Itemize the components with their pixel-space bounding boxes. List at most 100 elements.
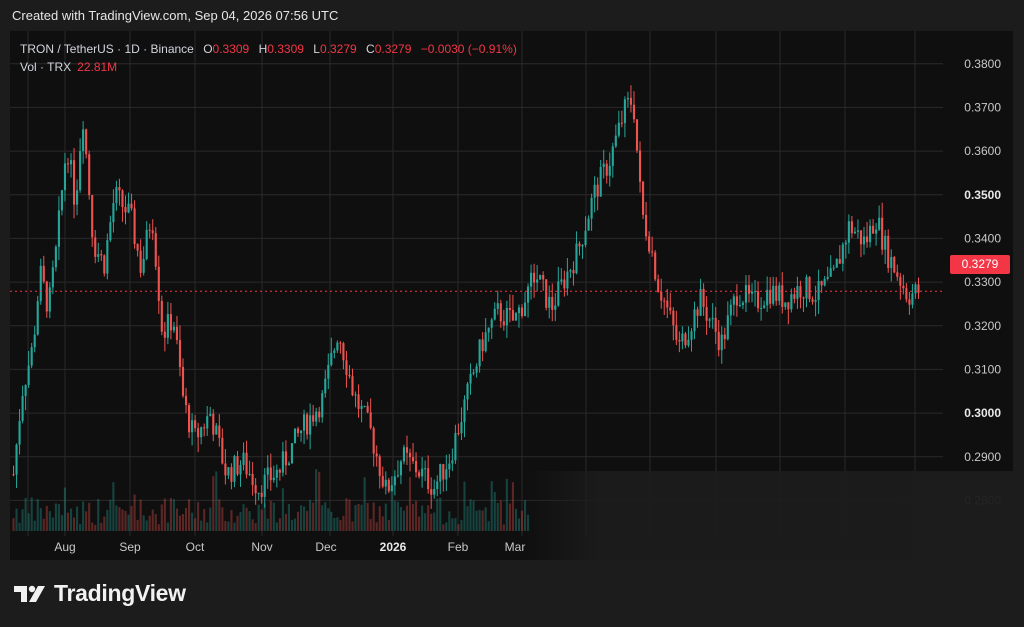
volume-bar <box>451 518 454 531</box>
volume-bar <box>266 518 269 531</box>
volume-bar <box>127 514 130 531</box>
legend-volume-label[interactable]: Vol · TRX <box>20 60 71 74</box>
x-axis-tick-label: Oct <box>186 540 205 554</box>
candle-body <box>875 229 878 234</box>
volume-bar <box>281 488 284 531</box>
candle-body <box>878 217 881 230</box>
candle-body <box>835 259 838 268</box>
volume-bar <box>478 509 481 531</box>
volume-bar <box>430 513 433 531</box>
candle-body <box>91 195 94 238</box>
candle-body <box>793 294 796 299</box>
volume-bar <box>333 517 336 531</box>
candle-body <box>157 266 160 301</box>
volume-bar <box>520 510 524 531</box>
candle-body <box>127 203 130 213</box>
volume-bar <box>115 505 118 531</box>
candle-body <box>702 288 705 307</box>
candle-body <box>233 456 236 482</box>
candle-body <box>805 276 808 299</box>
candle-body <box>54 246 57 268</box>
legend-change-value: −0.0030 (−0.91%) <box>420 42 517 56</box>
x-axis-tick-label: Dec <box>315 540 336 554</box>
candle-body <box>188 405 191 433</box>
volume-bar <box>18 522 21 531</box>
candle-body <box>478 339 481 367</box>
candle-body <box>560 279 563 282</box>
legend-low-label: L <box>313 42 320 56</box>
volume-bar <box>439 497 442 531</box>
candle-body <box>333 350 336 353</box>
volume-bar <box>163 498 166 531</box>
candle-body <box>581 245 584 247</box>
volume-bar <box>254 523 257 531</box>
candle-body <box>342 343 345 361</box>
volume-bar <box>136 519 139 531</box>
candle-body <box>115 187 118 204</box>
candle-body <box>254 485 257 494</box>
volume-bar <box>57 504 60 531</box>
volume-bar <box>251 519 254 531</box>
volume-bar <box>60 514 63 531</box>
legend-close-value: 0.3279 <box>374 42 412 56</box>
candle-body <box>520 307 524 317</box>
candle-body <box>660 291 663 301</box>
volume-bar <box>481 510 484 531</box>
candle-body <box>896 272 899 277</box>
candle-body <box>505 307 508 326</box>
candle-body <box>865 236 869 243</box>
candle-body <box>832 267 835 269</box>
candle-body <box>79 151 82 191</box>
candle-body <box>741 302 744 305</box>
volume-bar <box>200 520 203 531</box>
volume-bar <box>145 520 148 531</box>
volume-bar <box>384 503 387 531</box>
volume-bar <box>339 520 342 531</box>
volume-bar <box>375 522 378 531</box>
candle-body <box>859 230 863 245</box>
volume-bar <box>91 522 94 531</box>
candle-body <box>251 473 254 486</box>
candle-body <box>760 307 763 309</box>
volume-bar <box>360 504 363 531</box>
volume-bar <box>215 471 218 531</box>
legend-symbol[interactable]: TRON / TetherUS · 1D · Binance <box>20 42 194 56</box>
candle-body <box>726 315 729 340</box>
volume-bar <box>48 511 51 531</box>
volume-bar <box>30 497 33 531</box>
candle-body <box>757 291 760 309</box>
candle-body <box>200 427 203 438</box>
candle-body <box>287 463 290 466</box>
volume-bar <box>318 471 321 531</box>
volume-bar <box>448 511 451 531</box>
volume-bar <box>230 510 233 531</box>
candle-body <box>130 203 133 209</box>
candle-body <box>381 476 384 487</box>
candle-body <box>530 272 533 287</box>
candle-body <box>563 279 566 289</box>
volume-bar <box>354 505 357 531</box>
volume-bar <box>433 512 436 531</box>
candle-body <box>645 214 648 237</box>
chart-panel[interactable]: 0.28000.29000.30000.31000.32000.33000.34… <box>10 31 1013 560</box>
candle-body <box>566 271 569 289</box>
candle-body <box>348 374 351 377</box>
candle-body <box>781 285 784 307</box>
candle-body <box>375 453 378 457</box>
volume-bar <box>21 509 24 531</box>
candle-body <box>360 405 363 409</box>
candle-body <box>293 428 297 444</box>
candle-body <box>735 296 738 306</box>
volume-bar <box>166 522 169 531</box>
candle-body <box>738 304 741 306</box>
candle-body <box>266 467 269 475</box>
candle-body <box>905 288 908 300</box>
candle-body <box>808 276 811 300</box>
volume-bar <box>212 476 215 531</box>
candle-body <box>605 163 608 176</box>
volume-bar <box>393 500 396 531</box>
candle-body <box>357 394 360 409</box>
candle-body <box>629 97 633 105</box>
candle-body <box>672 310 675 326</box>
y-axis-tick-label: 0.3500 <box>964 188 1001 202</box>
